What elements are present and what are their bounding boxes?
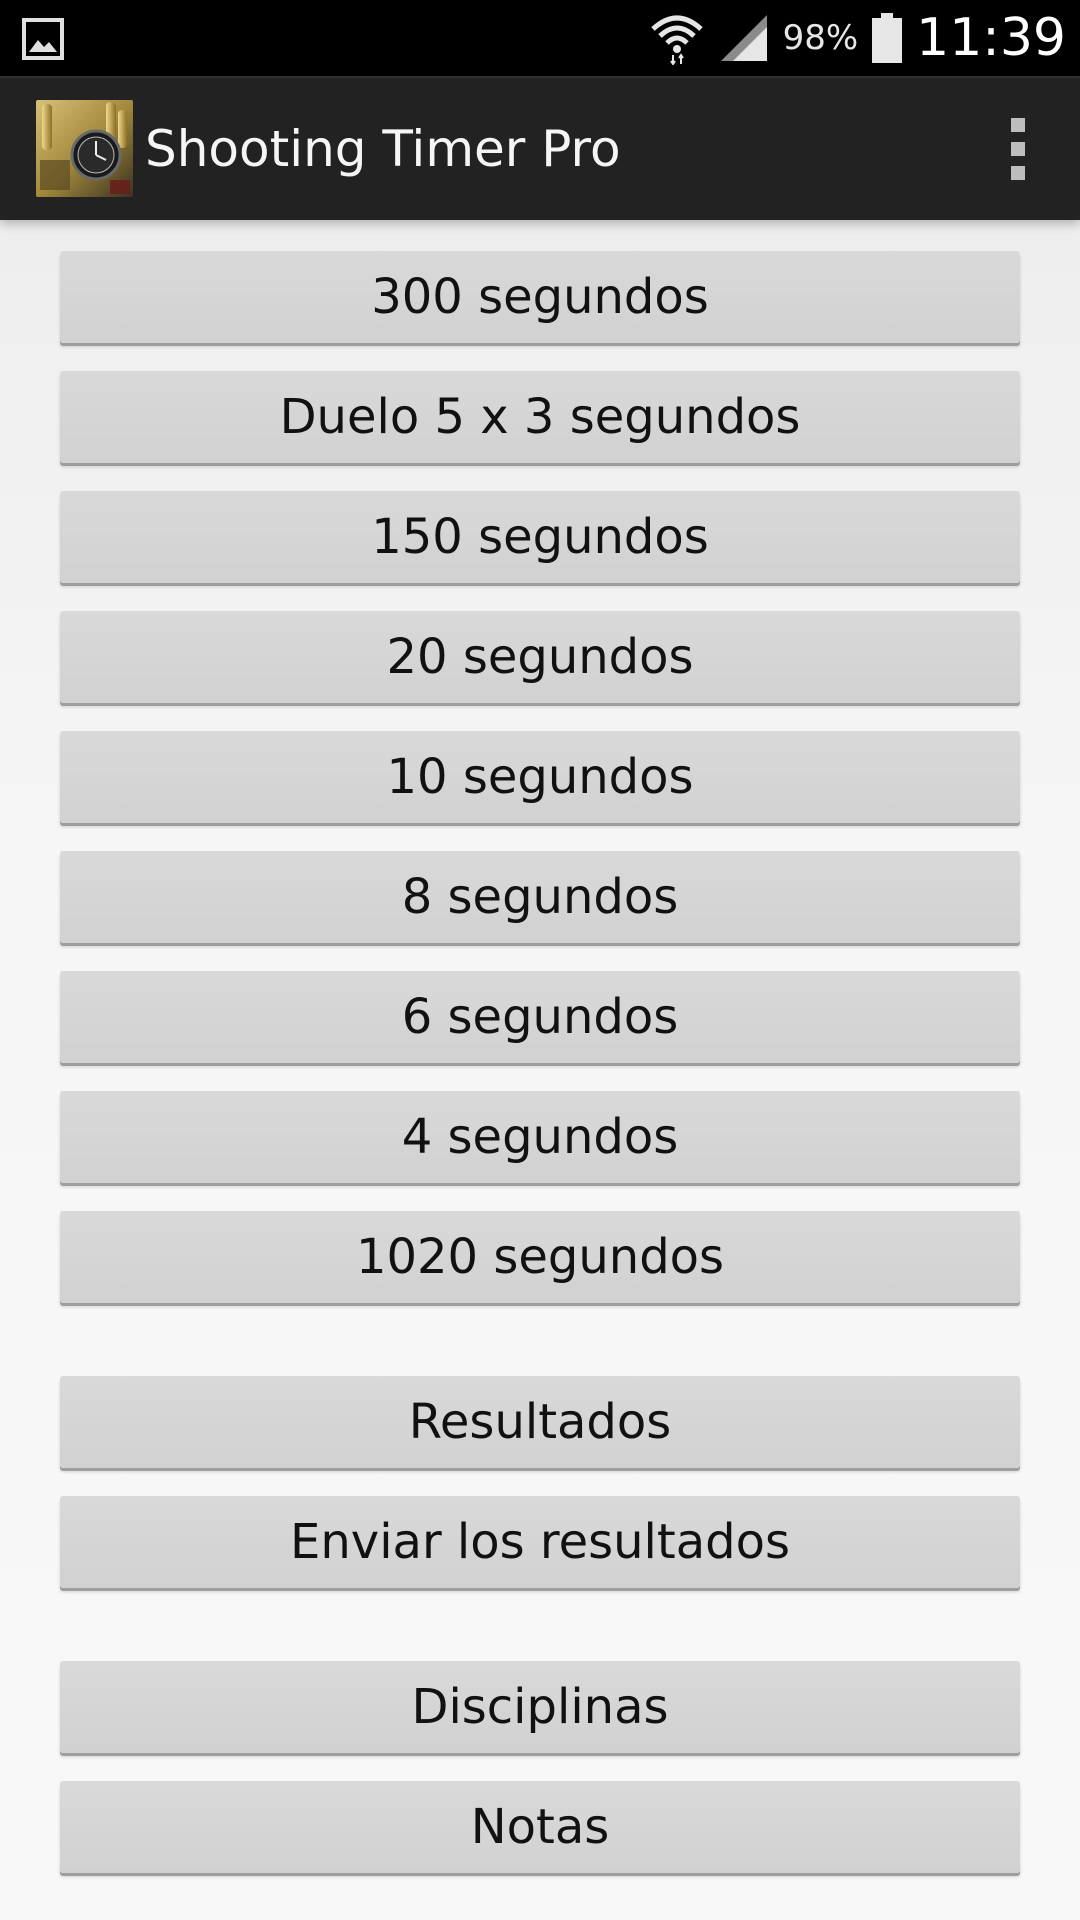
- timer-button-150s[interactable]: 150 segundos: [60, 491, 1020, 583]
- timer-button-8s[interactable]: 8 segundos: [60, 851, 1020, 943]
- status-bar: 98% 11:39: [0, 0, 1080, 76]
- notes-button[interactable]: Notas: [60, 1781, 1020, 1873]
- menu-dot: [1011, 166, 1025, 180]
- menu-dot: [1011, 142, 1025, 156]
- main-content: 300 segundos Duelo 5 x 3 segundos 150 se…: [0, 218, 1080, 1920]
- timer-button-1020s[interactable]: 1020 segundos: [60, 1211, 1020, 1303]
- status-icons: 98% 11:39: [649, 0, 1066, 76]
- timer-button-duel-5x3[interactable]: Duelo 5 x 3 segundos: [60, 371, 1020, 463]
- timer-button-4s[interactable]: 4 segundos: [60, 1091, 1020, 1183]
- battery-icon: [872, 13, 903, 63]
- gallery-notification-icon: [22, 18, 64, 60]
- signal-icon: [720, 15, 767, 61]
- timer-button-300s[interactable]: 300 segundos: [60, 251, 1020, 343]
- timer-button-10s[interactable]: 10 segundos: [60, 731, 1020, 823]
- more-vert-icon[interactable]: [988, 116, 1048, 182]
- status-clock: 11:39: [916, 8, 1066, 68]
- wifi-icon: [650, 15, 703, 65]
- send-results-button[interactable]: Enviar los resultados: [60, 1496, 1020, 1588]
- timer-button-6s[interactable]: 6 segundos: [60, 971, 1020, 1063]
- disciplines-button[interactable]: Disciplinas: [60, 1661, 1020, 1753]
- app-title: Shooting Timer Pro: [145, 120, 621, 178]
- timer-button-20s[interactable]: 20 segundos: [60, 611, 1020, 703]
- battery-percent: 98%: [782, 18, 859, 58]
- results-button[interactable]: Resultados: [60, 1376, 1020, 1468]
- menu-dot: [1011, 118, 1025, 132]
- app-logo-icon[interactable]: [36, 100, 133, 197]
- action-bar: Shooting Timer Pro: [0, 76, 1080, 220]
